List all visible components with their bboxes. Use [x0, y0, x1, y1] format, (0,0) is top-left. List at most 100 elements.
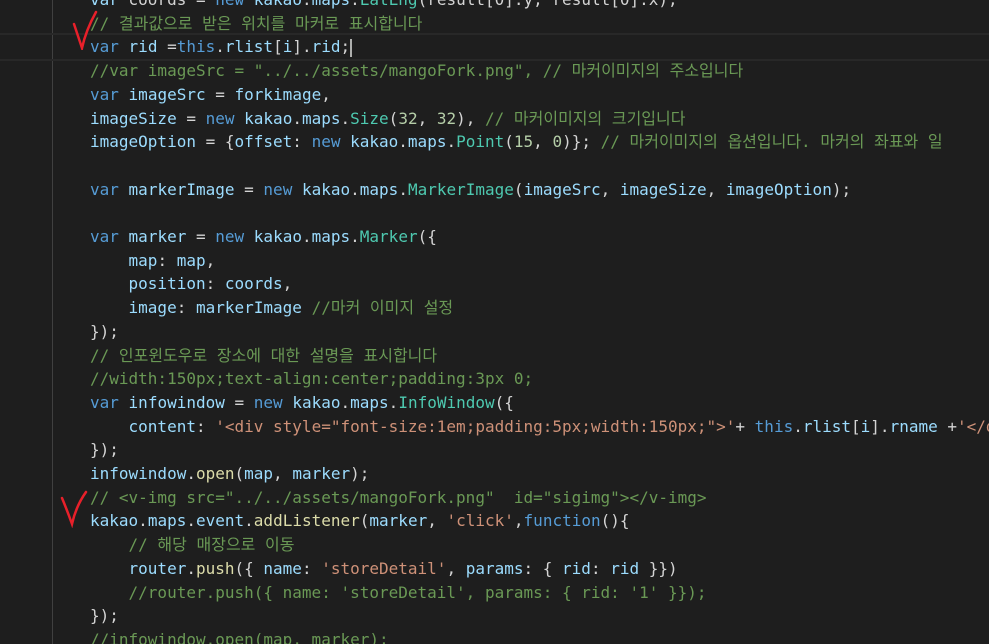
code-token: maps [359, 179, 399, 199]
code-token: coords [224, 274, 283, 294]
code-token: ; [340, 37, 351, 57]
code-token: . [350, 179, 360, 199]
code-editor[interactable]: var coords = new kakao.maps.LatLng(resul… [0, 0, 989, 644]
code-line[interactable]: var coords = new kakao.maps.LatLng(resul… [90, 0, 678, 12]
code-token: kakao [254, 0, 302, 9]
code-token: )}; [562, 132, 601, 152]
code-token: MarkerImage [407, 179, 514, 199]
code-token: rlist [224, 37, 274, 57]
code-token: . [186, 511, 196, 531]
code-token: kakao [292, 392, 341, 412]
code-line[interactable]: //infowindow.open(map, marker); [90, 628, 389, 644]
code-token: // 결과값으로 받은 위치를 마커로 표시합니다 [90, 13, 423, 33]
code-line[interactable]: infowindow.open(map, marker); [90, 462, 369, 486]
code-token: 32 [398, 108, 418, 128]
code-line[interactable]: position: coords, [90, 272, 293, 296]
code-line[interactable]: //router.push({ name: 'storeDetail', par… [90, 581, 707, 605]
code-token: . [138, 511, 148, 531]
code-line[interactable]: var marker = new kakao.maps.Marker({ [90, 225, 437, 249]
red-checkmark-icon [72, 10, 98, 50]
code-token: var [90, 392, 119, 412]
code-token: ]. [292, 37, 312, 57]
code-token: . [215, 37, 225, 57]
code-line[interactable]: // 결과값으로 받은 위치를 마커로 표시합니다 [90, 12, 422, 36]
code-token: '</d [957, 416, 989, 436]
code-token: content [128, 416, 196, 436]
code-token: push [195, 558, 235, 578]
code-token: // 마커이미지의 크기입니다 [485, 108, 686, 128]
code-token: map [244, 464, 274, 483]
code-line[interactable]: content: '<div style="font-size:1em;padd… [90, 415, 989, 439]
code-line[interactable]: // 해당 매장으로 이동 [90, 533, 295, 557]
code-token: ({ [494, 392, 514, 412]
code-line[interactable]: var markerImage = new kakao.maps.MarkerI… [90, 178, 851, 202]
code-token: InfoWindow [398, 392, 495, 412]
code-line[interactable]: var rid =this.rlist[i].rid; [0, 33, 989, 62]
code-token: . [340, 392, 351, 412]
code-token: . [244, 511, 254, 531]
code-line[interactable]: // 인포윈도우로 장소에 대한 설명을 표시합니다 [90, 344, 437, 368]
code-token: ( [234, 464, 245, 483]
code-line[interactable]: //width:150px;text-align:center;padding:… [90, 367, 533, 391]
code-token: image [128, 298, 177, 318]
code-line[interactable]: router.push({ name: 'storeDetail', param… [90, 557, 678, 581]
code-token: map [128, 250, 158, 270]
code-token: imageSrc [523, 179, 601, 199]
code-line[interactable]: var imageSrc = forkimage, [90, 83, 331, 107]
code-line[interactable]: }); [90, 320, 119, 344]
code-line[interactable]: image: markerImage //마커 이미지 설정 [90, 296, 454, 320]
code-token: rid [610, 558, 640, 578]
code-token: : [157, 250, 177, 270]
indent-guide [52, 0, 53, 644]
code-token: ({ [234, 558, 264, 578]
code-token: //infowindow.open(map, marker); [90, 629, 389, 644]
code-token: . [398, 132, 408, 152]
code-token: marker [292, 464, 351, 483]
code-token: = [234, 179, 264, 199]
code-token: ]. [870, 416, 890, 436]
code-token: }}) [639, 558, 678, 578]
code-token: (){ [600, 511, 630, 531]
code-token: imageOption [90, 132, 196, 152]
code-token: kakao [244, 108, 293, 128]
code-token: : [301, 558, 322, 578]
code-token: router [128, 558, 187, 578]
red-checkmark-icon [60, 490, 88, 528]
code-line[interactable]: var infowindow = new kakao.maps.InfoWind… [90, 391, 514, 415]
code-line[interactable]: }); [90, 438, 119, 462]
code-token: imageSize [619, 179, 707, 199]
code-line[interactable]: }); [90, 604, 119, 628]
code-token: }); [90, 606, 119, 626]
code-line[interactable]: imageSize = new kakao.maps.Size(32, 32),… [90, 107, 685, 131]
code-token: ( [388, 108, 399, 128]
code-token: 0 [552, 132, 563, 152]
code-token: . [350, 0, 360, 9]
code-token: . [446, 132, 457, 152]
code-line[interactable]: kakao.maps.event.addListener(marker, 'cl… [90, 509, 630, 533]
code-token: (result[0].y, result[0].x); [418, 0, 678, 9]
code-token: 32 [436, 108, 457, 128]
code-line[interactable]: // <v-img src="../../assets/mangoFork.pn… [90, 486, 707, 510]
code-token: kakao [253, 227, 302, 246]
code-token: marker [128, 227, 187, 246]
code-token: = [157, 37, 177, 57]
code-token: 'click' [446, 511, 514, 531]
code-token: ), [456, 108, 486, 128]
code-token: + [735, 416, 755, 436]
code-line[interactable]: imageOption = {offset: new kakao.maps.Po… [90, 130, 943, 154]
code-token: Point [456, 132, 505, 152]
code-token: ( [504, 132, 514, 152]
code-line[interactable]: map: map, [90, 249, 216, 273]
code-token: open [195, 464, 235, 483]
code-token: // 해당 매장으로 이동 [128, 535, 295, 555]
code-token: , [205, 250, 216, 270]
code-line[interactable]: //var imageSrc = "../../assets/mangoFork… [90, 59, 743, 83]
code-token: ({ [417, 227, 437, 246]
code-token: . [186, 464, 196, 483]
